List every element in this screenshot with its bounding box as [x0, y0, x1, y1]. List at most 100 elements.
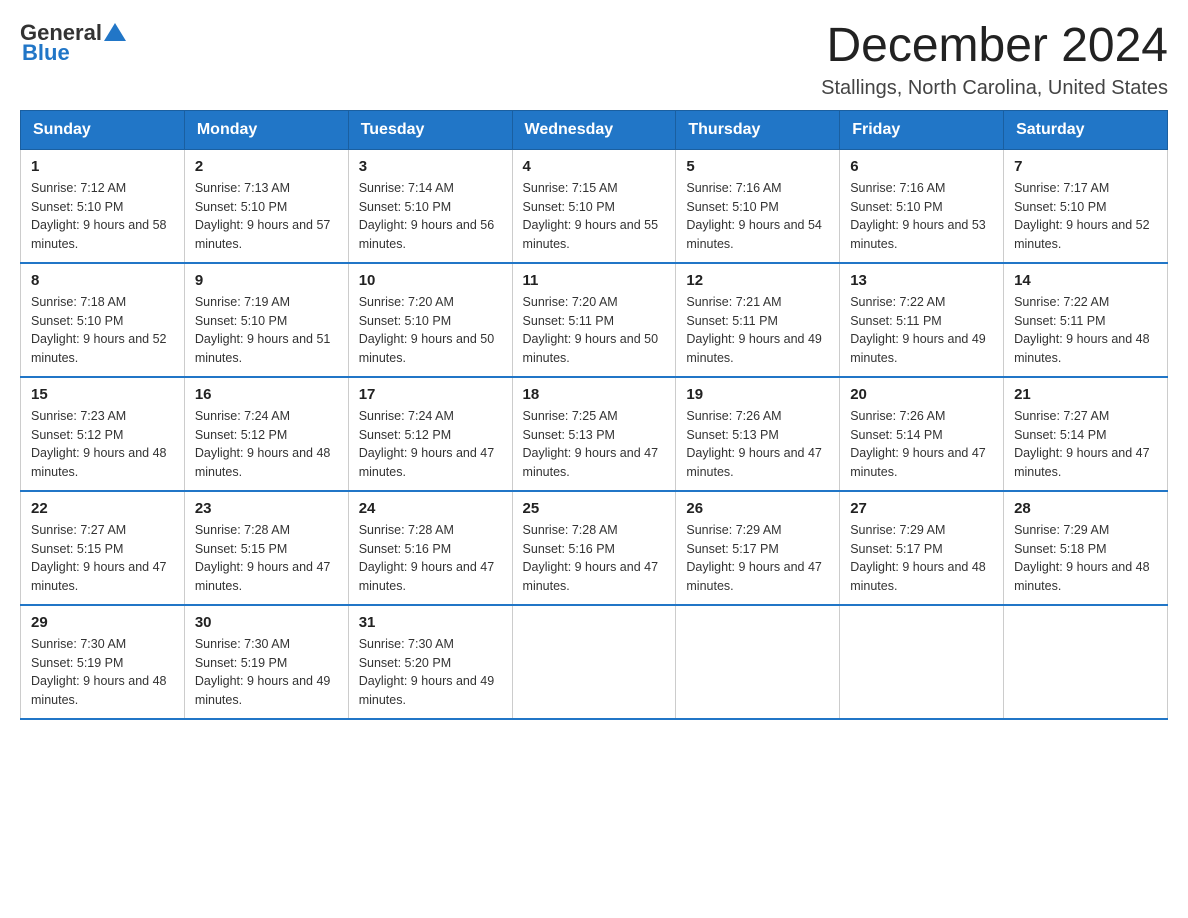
calendar-cell: 25 Sunrise: 7:28 AMSunset: 5:16 PMDaylig…: [512, 491, 676, 605]
day-number: 11: [523, 272, 666, 289]
day-number: 23: [195, 500, 338, 517]
day-number: 12: [686, 272, 829, 289]
calendar-cell: 26 Sunrise: 7:29 AMSunset: 5:17 PMDaylig…: [676, 491, 840, 605]
day-number: 24: [359, 500, 502, 517]
calendar-cell: 21 Sunrise: 7:27 AMSunset: 5:14 PMDaylig…: [1004, 377, 1168, 491]
day-number: 28: [1014, 500, 1157, 517]
day-info: Sunrise: 7:25 AMSunset: 5:13 PMDaylight:…: [523, 409, 659, 479]
calendar-cell: 30 Sunrise: 7:30 AMSunset: 5:19 PMDaylig…: [184, 605, 348, 719]
calendar-cell: 23 Sunrise: 7:28 AMSunset: 5:15 PMDaylig…: [184, 491, 348, 605]
day-info: Sunrise: 7:20 AMSunset: 5:11 PMDaylight:…: [523, 295, 659, 365]
day-number: 22: [31, 500, 174, 517]
calendar-cell: [1004, 605, 1168, 719]
calendar-cell: [840, 605, 1004, 719]
day-info: Sunrise: 7:17 AMSunset: 5:10 PMDaylight:…: [1014, 181, 1150, 251]
day-number: 8: [31, 272, 174, 289]
day-number: 4: [523, 158, 666, 175]
title-area: December 2024 Stallings, North Carolina,…: [821, 20, 1168, 100]
calendar-cell: 15 Sunrise: 7:23 AMSunset: 5:12 PMDaylig…: [21, 377, 185, 491]
calendar-cell: 1 Sunrise: 7:12 AMSunset: 5:10 PMDayligh…: [21, 149, 185, 263]
day-number: 30: [195, 614, 338, 631]
day-info: Sunrise: 7:30 AMSunset: 5:19 PMDaylight:…: [195, 637, 331, 707]
calendar-cell: 31 Sunrise: 7:30 AMSunset: 5:20 PMDaylig…: [348, 605, 512, 719]
day-info: Sunrise: 7:22 AMSunset: 5:11 PMDaylight:…: [850, 295, 986, 365]
day-info: Sunrise: 7:29 AMSunset: 5:18 PMDaylight:…: [1014, 523, 1150, 593]
day-number: 2: [195, 158, 338, 175]
day-number: 19: [686, 386, 829, 403]
calendar-cell: 17 Sunrise: 7:24 AMSunset: 5:12 PMDaylig…: [348, 377, 512, 491]
day-number: 13: [850, 272, 993, 289]
logo-triangle-icon: [104, 21, 126, 43]
calendar-cell: 27 Sunrise: 7:29 AMSunset: 5:17 PMDaylig…: [840, 491, 1004, 605]
day-info: Sunrise: 7:29 AMSunset: 5:17 PMDaylight:…: [850, 523, 986, 593]
calendar-cell: [512, 605, 676, 719]
day-number: 27: [850, 500, 993, 517]
calendar-week-row: 22 Sunrise: 7:27 AMSunset: 5:15 PMDaylig…: [21, 491, 1168, 605]
calendar-cell: 16 Sunrise: 7:24 AMSunset: 5:12 PMDaylig…: [184, 377, 348, 491]
day-info: Sunrise: 7:19 AMSunset: 5:10 PMDaylight:…: [195, 295, 331, 365]
day-number: 15: [31, 386, 174, 403]
calendar-cell: 11 Sunrise: 7:20 AMSunset: 5:11 PMDaylig…: [512, 263, 676, 377]
location-subtitle: Stallings, North Carolina, United States: [821, 77, 1168, 100]
calendar-cell: 9 Sunrise: 7:19 AMSunset: 5:10 PMDayligh…: [184, 263, 348, 377]
day-number: 26: [686, 500, 829, 517]
calendar-cell: 19 Sunrise: 7:26 AMSunset: 5:13 PMDaylig…: [676, 377, 840, 491]
day-info: Sunrise: 7:18 AMSunset: 5:10 PMDaylight:…: [31, 295, 167, 365]
header-thursday: Thursday: [676, 110, 840, 149]
calendar-week-row: 1 Sunrise: 7:12 AMSunset: 5:10 PMDayligh…: [21, 149, 1168, 263]
day-number: 20: [850, 386, 993, 403]
day-number: 10: [359, 272, 502, 289]
calendar-cell: [676, 605, 840, 719]
header-monday: Monday: [184, 110, 348, 149]
header-saturday: Saturday: [1004, 110, 1168, 149]
calendar-cell: 3 Sunrise: 7:14 AMSunset: 5:10 PMDayligh…: [348, 149, 512, 263]
days-of-week-row: Sunday Monday Tuesday Wednesday Thursday…: [21, 110, 1168, 149]
month-title: December 2024: [821, 20, 1168, 73]
day-info: Sunrise: 7:24 AMSunset: 5:12 PMDaylight:…: [359, 409, 495, 479]
day-info: Sunrise: 7:23 AMSunset: 5:12 PMDaylight:…: [31, 409, 167, 479]
header-tuesday: Tuesday: [348, 110, 512, 149]
day-number: 31: [359, 614, 502, 631]
calendar-week-row: 29 Sunrise: 7:30 AMSunset: 5:19 PMDaylig…: [21, 605, 1168, 719]
day-number: 1: [31, 158, 174, 175]
calendar-cell: 13 Sunrise: 7:22 AMSunset: 5:11 PMDaylig…: [840, 263, 1004, 377]
day-info: Sunrise: 7:20 AMSunset: 5:10 PMDaylight:…: [359, 295, 495, 365]
calendar-cell: 12 Sunrise: 7:21 AMSunset: 5:11 PMDaylig…: [676, 263, 840, 377]
header-wednesday: Wednesday: [512, 110, 676, 149]
calendar-cell: 20 Sunrise: 7:26 AMSunset: 5:14 PMDaylig…: [840, 377, 1004, 491]
calendar-cell: 4 Sunrise: 7:15 AMSunset: 5:10 PMDayligh…: [512, 149, 676, 263]
day-info: Sunrise: 7:15 AMSunset: 5:10 PMDaylight:…: [523, 181, 659, 251]
day-info: Sunrise: 7:30 AMSunset: 5:19 PMDaylight:…: [31, 637, 167, 707]
header-sunday: Sunday: [21, 110, 185, 149]
day-info: Sunrise: 7:26 AMSunset: 5:14 PMDaylight:…: [850, 409, 986, 479]
calendar-week-row: 8 Sunrise: 7:18 AMSunset: 5:10 PMDayligh…: [21, 263, 1168, 377]
logo: General Blue: [20, 20, 126, 66]
day-number: 29: [31, 614, 174, 631]
calendar-cell: 18 Sunrise: 7:25 AMSunset: 5:13 PMDaylig…: [512, 377, 676, 491]
day-info: Sunrise: 7:16 AMSunset: 5:10 PMDaylight:…: [850, 181, 986, 251]
logo-text-blue: Blue: [22, 40, 70, 66]
calendar-table: Sunday Monday Tuesday Wednesday Thursday…: [20, 110, 1168, 720]
day-number: 9: [195, 272, 338, 289]
calendar-cell: 14 Sunrise: 7:22 AMSunset: 5:11 PMDaylig…: [1004, 263, 1168, 377]
day-info: Sunrise: 7:14 AMSunset: 5:10 PMDaylight:…: [359, 181, 495, 251]
calendar-cell: 8 Sunrise: 7:18 AMSunset: 5:10 PMDayligh…: [21, 263, 185, 377]
day-info: Sunrise: 7:13 AMSunset: 5:10 PMDaylight:…: [195, 181, 331, 251]
day-info: Sunrise: 7:24 AMSunset: 5:12 PMDaylight:…: [195, 409, 331, 479]
calendar-cell: 29 Sunrise: 7:30 AMSunset: 5:19 PMDaylig…: [21, 605, 185, 719]
day-number: 14: [1014, 272, 1157, 289]
calendar-cell: 5 Sunrise: 7:16 AMSunset: 5:10 PMDayligh…: [676, 149, 840, 263]
page-header: General Blue December 2024 Stallings, No…: [20, 20, 1168, 100]
day-info: Sunrise: 7:21 AMSunset: 5:11 PMDaylight:…: [686, 295, 822, 365]
day-number: 16: [195, 386, 338, 403]
day-info: Sunrise: 7:16 AMSunset: 5:10 PMDaylight:…: [686, 181, 822, 251]
day-number: 17: [359, 386, 502, 403]
day-number: 21: [1014, 386, 1157, 403]
calendar-cell: 6 Sunrise: 7:16 AMSunset: 5:10 PMDayligh…: [840, 149, 1004, 263]
day-info: Sunrise: 7:22 AMSunset: 5:11 PMDaylight:…: [1014, 295, 1150, 365]
day-info: Sunrise: 7:28 AMSunset: 5:16 PMDaylight:…: [523, 523, 659, 593]
day-info: Sunrise: 7:27 AMSunset: 5:15 PMDaylight:…: [31, 523, 167, 593]
header-friday: Friday: [840, 110, 1004, 149]
day-number: 6: [850, 158, 993, 175]
calendar-cell: 24 Sunrise: 7:28 AMSunset: 5:16 PMDaylig…: [348, 491, 512, 605]
